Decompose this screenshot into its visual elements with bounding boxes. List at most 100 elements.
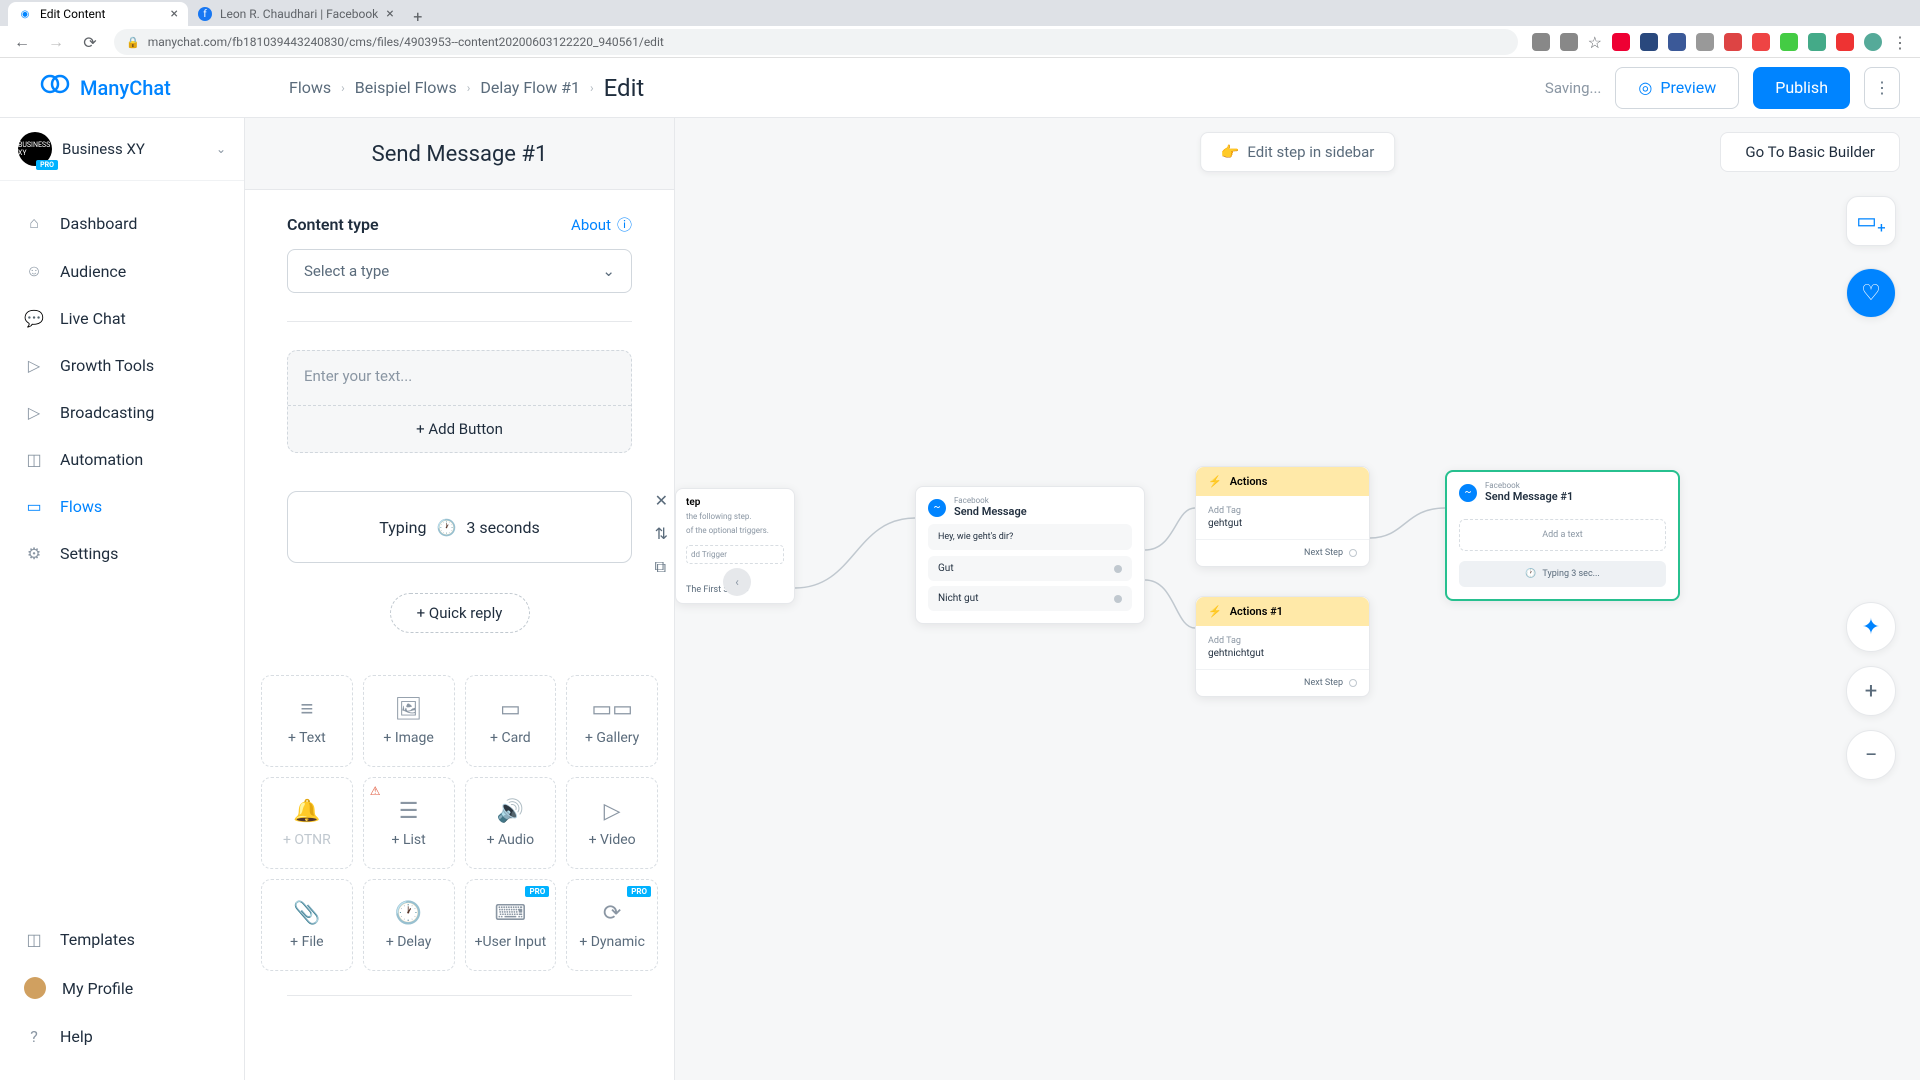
close-icon[interactable]: ✕ [655, 491, 668, 510]
breadcrumb-item[interactable]: Flows [289, 78, 331, 97]
option-row[interactable]: Gut [928, 556, 1132, 581]
node-source: Facebook [954, 497, 1027, 505]
add-trigger-button[interactable]: dd Trigger [686, 545, 784, 564]
ext-icon[interactable] [1696, 33, 1714, 51]
messenger-icon: ~ [1459, 484, 1477, 502]
option-row[interactable]: Nicht gut [928, 586, 1132, 611]
tile-audio[interactable]: 🔊+ Audio [465, 777, 557, 869]
breadcrumb-current: Edit [604, 74, 645, 102]
heart-button[interactable]: ♡ [1846, 268, 1896, 318]
connector-dot-icon[interactable] [1114, 565, 1122, 573]
send-message-node[interactable]: ~ Facebook Send Message Hey, wie geht's … [915, 486, 1145, 624]
tile-video[interactable]: ▷+ Video [566, 777, 658, 869]
close-tab-icon[interactable]: × [171, 6, 178, 22]
sparkle-button[interactable]: ✦ [1846, 602, 1896, 652]
quick-reply-button[interactable]: + Quick reply [390, 593, 530, 633]
kebab-icon: ⋮ [1874, 78, 1890, 97]
breadcrumb-item[interactable]: Beispiel Flows [355, 78, 457, 97]
move-icon[interactable]: ⇅ [655, 524, 668, 543]
tile-list[interactable]: ⚠☰+ List [363, 777, 455, 869]
tile-dynamic[interactable]: PRO⟳+ Dynamic [566, 879, 658, 971]
more-button[interactable]: ⋮ [1864, 67, 1900, 109]
workspace-selector[interactable]: BUSINESS XY PRO Business XY ⌄ [0, 118, 244, 181]
actions-node[interactable]: ⚡Actions Add Tag gehtgut Next Step [1195, 466, 1370, 567]
reload-icon[interactable]: ⟳ [80, 33, 100, 52]
option-label: Gut [938, 563, 954, 574]
content-type-select[interactable]: Select a type ⌄ [287, 249, 632, 293]
card-plus-icon: ▭₊ [1856, 209, 1886, 234]
connector-dot-icon[interactable] [1114, 595, 1122, 603]
ext-icon[interactable] [1752, 33, 1770, 51]
menu-icon[interactable]: ⋮ [1892, 33, 1908, 51]
url-input[interactable]: 🔒 manychat.com/fb181039443240830/cms/fil… [114, 29, 1518, 55]
flow-canvas[interactable]: 👉 Edit step in sidebar Go To Basic Build… [675, 118, 1920, 1080]
back-icon[interactable]: ← [12, 32, 32, 52]
copy-icon[interactable]: ⧉ [655, 557, 668, 577]
browser-tab[interactable]: f Leon R. Chaudhari | Facebook × [188, 2, 404, 26]
ext-icon[interactable] [1532, 33, 1550, 51]
text-input[interactable]: Enter your text... [288, 351, 631, 405]
connector-dot-icon[interactable] [1349, 679, 1357, 687]
heart-icon: ♡ [1861, 281, 1881, 306]
sidebar-item-livechat[interactable]: 💬Live Chat [0, 295, 244, 342]
tile-image[interactable]: 🖼+ Image [363, 675, 455, 767]
zoom-out-button[interactable]: − [1846, 730, 1896, 780]
close-tab-icon[interactable]: × [386, 6, 393, 22]
tile-gallery[interactable]: ▭▭+ Gallery [566, 675, 658, 767]
next-step-row[interactable]: Next Step [1196, 669, 1369, 696]
star-icon[interactable]: ☆ [1588, 33, 1602, 51]
actions-header: ⚡Actions #1 [1196, 597, 1369, 626]
sidebar-item-profile[interactable]: My Profile [0, 963, 244, 1013]
typing-indicator: 🕐Typing 3 sec... [1459, 561, 1666, 587]
collapse-button[interactable]: ‹ [723, 568, 751, 596]
send-message-1-node[interactable]: ~ Facebook Send Message #1 Add a text 🕐T… [1445, 470, 1680, 601]
zoom-in-button[interactable]: + [1846, 666, 1896, 716]
eye-icon: ◎ [1638, 78, 1652, 97]
avatar-icon[interactable] [1864, 33, 1882, 51]
ext-icon[interactable] [1836, 33, 1854, 51]
connector-dot-icon[interactable] [1349, 549, 1357, 557]
ext-icon[interactable] [1668, 33, 1686, 51]
ext-icon[interactable] [1808, 33, 1826, 51]
logo[interactable]: ManyChat [0, 69, 245, 106]
new-tab-button[interactable]: + [404, 7, 432, 26]
about-link[interactable]: Aboutⓘ [571, 214, 632, 235]
ext-icon[interactable] [1560, 33, 1578, 51]
sidebar-item-broadcasting[interactable]: ▷Broadcasting [0, 389, 244, 436]
sidebar-item-automation[interactable]: ◫Automation [0, 436, 244, 483]
node-title: Send Message #1 [1485, 490, 1573, 503]
add-card-button[interactable]: ▭₊ [1846, 196, 1896, 246]
breadcrumb-item[interactable]: Delay Flow #1 [480, 78, 580, 97]
browser-tab-active[interactable]: ◉ Edit Content × [8, 2, 188, 26]
add-button-row[interactable]: + Add Button [288, 405, 631, 452]
sidebar-item-growth[interactable]: ▷Growth Tools [0, 342, 244, 389]
broadcast-icon: ▷ [24, 403, 44, 422]
tile-text[interactable]: ≡+ Text [261, 675, 353, 767]
ext-icon[interactable] [1612, 33, 1630, 51]
typing-block[interactable]: Typing 🕐 3 seconds [287, 491, 632, 563]
tile-file[interactable]: 📎+ File [261, 879, 353, 971]
tile-card[interactable]: ▭+ Card [465, 675, 557, 767]
tile-userinput[interactable]: PRO⌨+User Input [465, 879, 557, 971]
sidebar-item-audience[interactable]: ☺Audience [0, 247, 244, 295]
tile-delay[interactable]: 🕐+ Delay [363, 879, 455, 971]
next-step-row[interactable]: Next Step [1196, 539, 1369, 566]
forward-icon: → [46, 32, 66, 52]
sidebar-item-flows[interactable]: ▭Flows [0, 483, 244, 530]
ext-icon[interactable] [1780, 33, 1798, 51]
actions-node[interactable]: ⚡Actions #1 Add Tag gehtnichtgut Next St… [1195, 596, 1370, 697]
publish-button[interactable]: Publish [1753, 67, 1850, 109]
preview-button[interactable]: ◎ Preview [1615, 67, 1739, 109]
chevron-right-icon: › [590, 81, 594, 95]
sidebar-item-templates[interactable]: ◫Templates [0, 916, 244, 963]
audio-icon: 🔊 [497, 799, 524, 824]
ext-icon[interactable] [1724, 33, 1742, 51]
sidebar-item-help[interactable]: ?Help [0, 1013, 244, 1060]
sidebar-item-settings[interactable]: ⚙Settings [0, 530, 244, 577]
ext-icon[interactable] [1640, 33, 1658, 51]
add-text-placeholder[interactable]: Add a text [1459, 519, 1666, 551]
basic-builder-button[interactable]: Go To Basic Builder [1720, 132, 1900, 172]
nav-label: Automation [60, 450, 143, 469]
edit-step-pill[interactable]: 👉 Edit step in sidebar [1200, 132, 1396, 172]
sidebar-item-dashboard[interactable]: ⌂Dashboard [0, 199, 244, 247]
